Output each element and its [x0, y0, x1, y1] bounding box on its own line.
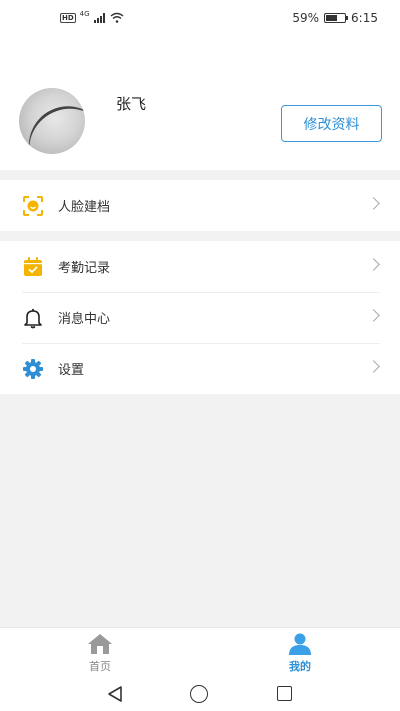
clock: 6:15: [351, 11, 378, 25]
status-right: 59% 6:15: [292, 11, 378, 25]
tab-mine[interactable]: 我的: [200, 628, 400, 678]
battery-percent: 59%: [292, 11, 320, 25]
bottom-tab-bar: 首页 我的: [0, 627, 400, 678]
chevron-right-icon: [367, 360, 380, 373]
avatar[interactable]: [19, 88, 85, 154]
home-icon: [88, 634, 112, 654]
battery-fill: [326, 15, 337, 21]
menu-item-face-archive[interactable]: 人脸建档: [0, 180, 400, 231]
menu-group-face: 人脸建档: [0, 180, 400, 231]
face-scan-icon: [22, 195, 44, 217]
menu-label: 考勤记录: [58, 261, 111, 276]
status-bar: HD 4G 59% 6:15: [0, 0, 400, 36]
hd-icon: HD: [60, 12, 76, 23]
chevron-right-icon: [367, 258, 380, 271]
menu-item-attendance[interactable]: 考勤记录: [0, 241, 400, 292]
chevron-right-icon: [367, 309, 380, 322]
recent-apps-icon[interactable]: [277, 686, 292, 701]
user-icon: [289, 633, 311, 655]
menu-label: 设置: [58, 363, 85, 378]
menu-label: 消息中心: [58, 312, 111, 327]
network-type: 4G: [79, 9, 90, 18]
edit-profile-button[interactable]: 修改资料: [281, 105, 382, 142]
menu-item-messages[interactable]: 消息中心: [0, 292, 400, 343]
menu-group-main: 考勤记录 消息中心 设置: [0, 241, 400, 394]
calendar-check-icon: [22, 256, 44, 278]
tab-label: 首页: [89, 660, 111, 673]
battery-icon: [324, 13, 349, 23]
signal-icon: [93, 12, 105, 23]
bell-icon: [22, 307, 44, 329]
menu-item-settings[interactable]: 设置: [0, 343, 400, 394]
tab-home[interactable]: 首页: [0, 628, 200, 678]
wifi-icon: [110, 12, 124, 23]
user-name: 张飞: [116, 95, 147, 113]
profile-header: 张飞 修改资料: [0, 36, 400, 170]
tab-label: 我的: [289, 660, 311, 673]
menu-label: 人脸建档: [58, 200, 111, 215]
home-circle-icon[interactable]: [190, 685, 208, 703]
back-icon[interactable]: [107, 685, 123, 703]
status-left: HD 4G: [60, 9, 124, 23]
chevron-right-icon: [367, 197, 380, 210]
gear-icon: [22, 358, 44, 380]
system-nav-bar: [0, 678, 400, 711]
